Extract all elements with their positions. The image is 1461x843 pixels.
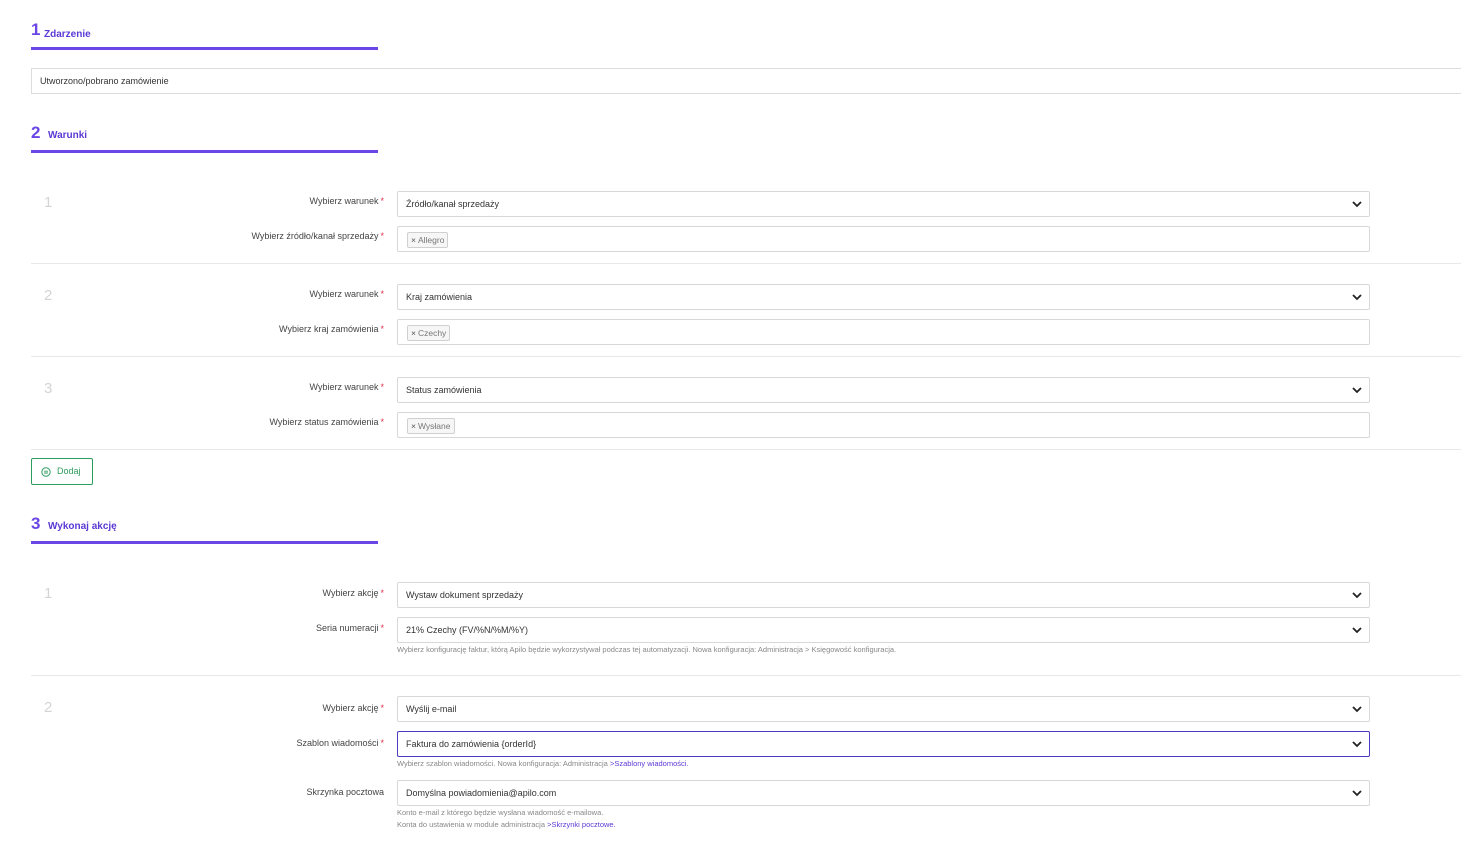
condition-group-2: 2 Wybierz warunek * Kraj zamówienia Wybie… bbox=[31, 264, 1461, 357]
series-select-value: 21% Czechy (FV/%N/%M/%Y) bbox=[406, 625, 529, 635]
condition-select-value: Kraj zamówienia bbox=[406, 292, 473, 302]
condition-number: 3 bbox=[44, 380, 53, 397]
remove-tag-icon[interactable]: × bbox=[411, 421, 416, 431]
action-label: Wybierz akcję * bbox=[322, 588, 384, 598]
remove-tag-icon[interactable]: × bbox=[411, 235, 416, 245]
action-select[interactable]: Wystaw dokument sprzedaży bbox=[397, 582, 1370, 608]
template-select[interactable]: Faktura do zamówienia {orderId} bbox=[397, 731, 1370, 757]
section-title: Warunki bbox=[48, 130, 88, 141]
action-select-value: Wystaw dokument sprzedaży bbox=[406, 590, 523, 600]
mailbox-label: Skrzynka pocztowa bbox=[306, 787, 384, 797]
source-label: Wybierz źródło/kanał sprzedaży * bbox=[251, 231, 385, 241]
series-label: Seria numeracji * bbox=[315, 623, 384, 633]
condition-label: Wybierz warunek * bbox=[309, 289, 384, 299]
template-select-value: Faktura do zamówienia {orderId} bbox=[406, 739, 537, 749]
selected-tag[interactable]: × Czechy bbox=[407, 325, 451, 341]
remove-tag-icon[interactable]: × bbox=[411, 328, 416, 338]
source-multiselect[interactable]: × Allegro bbox=[397, 226, 1370, 252]
mailbox-select[interactable]: Domyślna powiadomienia@apilo.com bbox=[397, 780, 1370, 806]
condition-label: Wybierz warunek * bbox=[309, 382, 384, 392]
condition-group-1: 1 Wybierz warunek * Źródło/kanał sprzedaż… bbox=[31, 171, 1461, 264]
action-label: Wybierz akcję * bbox=[322, 703, 384, 713]
condition-select-value: Status zamówienia bbox=[406, 385, 482, 395]
status-label: Wybierz status zamówienia * bbox=[269, 417, 384, 427]
action-group-1: 1 Wybierz akcję * Wystaw dokument sprzeda… bbox=[31, 562, 1461, 676]
mailbox-help-text: Konto e-mail z którego będzie wysłana wi… bbox=[397, 808, 616, 829]
template-help-text: Wybierz szablon wiadomości. Nowa konfigu… bbox=[397, 759, 689, 768]
template-label: Szablon wiadomości * bbox=[296, 738, 384, 748]
condition-select[interactable]: Kraj zamówienia bbox=[397, 284, 1370, 310]
chevron-down-icon bbox=[1352, 201, 1362, 208]
action-select-value: Wyślij e-mail bbox=[406, 704, 457, 714]
condition-label: Wybierz warunek * bbox=[309, 196, 384, 206]
condition-number: 1 bbox=[44, 194, 53, 211]
add-condition-button[interactable]: Dodaj bbox=[31, 458, 93, 485]
series-select[interactable]: 21% Czechy (FV/%N/%M/%Y) bbox=[397, 617, 1370, 643]
series-help-text: Wybierz konfigurację faktur, którą Apilo… bbox=[397, 645, 897, 654]
mailbox-select-value: Domyślna powiadomienia@apilo.com bbox=[406, 788, 557, 798]
selected-tag[interactable]: × Wysłane bbox=[407, 418, 455, 434]
templates-link[interactable]: >Szablony wiadomości. bbox=[610, 759, 689, 768]
chevron-down-icon bbox=[1352, 387, 1362, 394]
country-label: Wybierz kraj zamówienia * bbox=[279, 324, 384, 334]
condition-number: 2 bbox=[44, 287, 53, 304]
action-group-2: 2 Wybierz akcję * Wyślij e-mail Szablon w… bbox=[31, 676, 1461, 836]
action-number: 2 bbox=[44, 699, 53, 716]
section-title: Zdarzenie bbox=[44, 29, 91, 40]
section-header-conditions: 2 Warunki bbox=[31, 123, 378, 153]
chevron-down-icon bbox=[1352, 741, 1362, 748]
condition-select[interactable]: Źródło/kanał sprzedaży bbox=[397, 191, 1370, 217]
section-header-actions: 3 Wykonaj akcję bbox=[31, 514, 378, 544]
chevron-down-icon bbox=[1352, 627, 1362, 634]
selected-tag[interactable]: × Allegro bbox=[407, 232, 449, 248]
country-multiselect[interactable]: × Czechy bbox=[397, 319, 1370, 345]
mailboxes-link[interactable]: >Skrzynki pocztowe. bbox=[547, 820, 616, 829]
chevron-down-icon bbox=[1352, 294, 1362, 301]
condition-select[interactable]: Status zamówienia bbox=[397, 377, 1370, 403]
action-number: 1 bbox=[44, 585, 53, 602]
condition-group-3: 3 Wybierz warunek * Status zamówienia Wyb… bbox=[31, 357, 1461, 450]
section-title: Wykonaj akcję bbox=[48, 521, 117, 532]
add-circle-icon bbox=[41, 467, 51, 477]
chevron-down-icon bbox=[1352, 706, 1362, 713]
section-number: 1 bbox=[31, 20, 41, 39]
chevron-down-icon bbox=[1352, 592, 1362, 599]
section-number: 2 bbox=[31, 123, 41, 142]
condition-select-value: Źródło/kanał sprzedaży bbox=[406, 199, 500, 209]
section-header-event: 1 Zdarzenie bbox=[31, 20, 378, 50]
chevron-down-icon bbox=[1352, 790, 1362, 797]
event-field[interactable]: Utworzono/pobrano zamówienie bbox=[31, 68, 1461, 94]
section-number: 3 bbox=[31, 514, 41, 533]
add-button-label: Dodaj bbox=[57, 466, 81, 476]
status-multiselect[interactable]: × Wysłane bbox=[397, 412, 1370, 438]
action-select[interactable]: Wyślij e-mail bbox=[397, 696, 1370, 722]
